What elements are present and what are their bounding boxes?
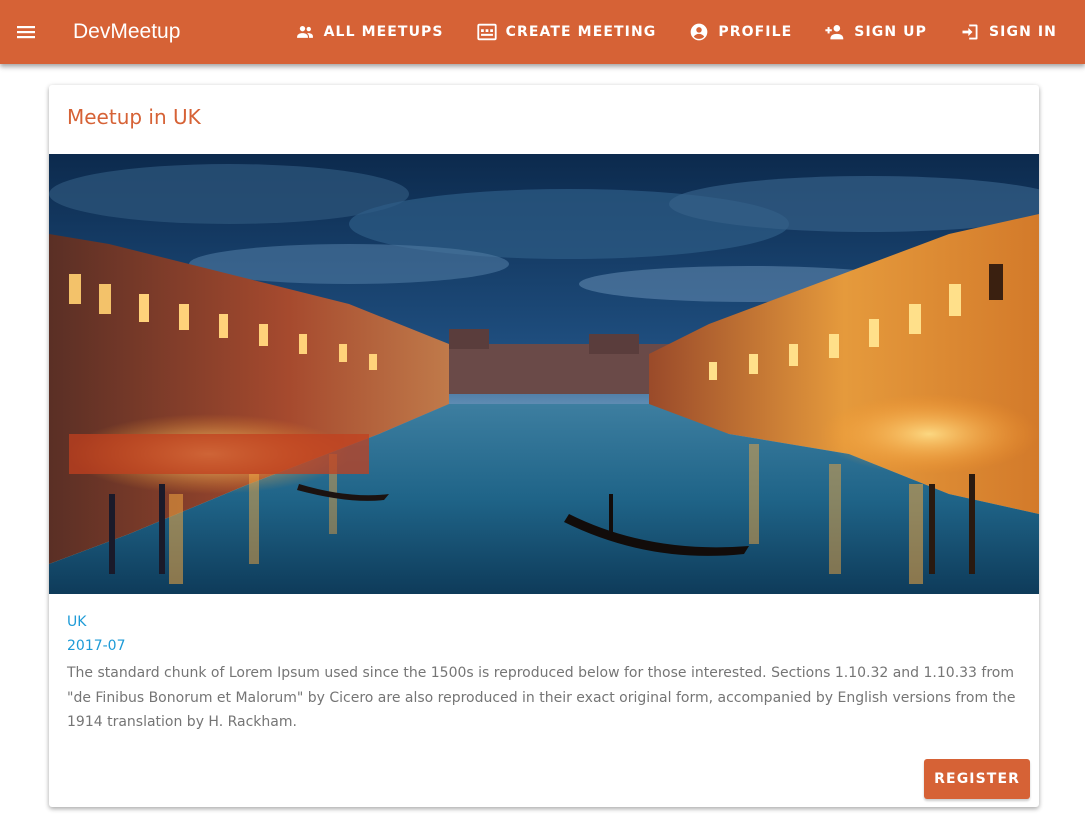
meetup-date: 2017-07 <box>67 638 126 654</box>
room-icon <box>476 21 498 43</box>
login-icon <box>959 21 981 43</box>
meetup-location: UK <box>67 614 87 630</box>
group-icon <box>294 21 316 43</box>
meetup-title: Meetup in UK <box>67 105 201 129</box>
nav-create-meeting-label: CREATE MEETING <box>505 24 657 40</box>
hamburger-menu-icon <box>17 26 35 39</box>
meetup-image <box>49 154 1039 594</box>
nav-profile[interactable]: PROFILE <box>672 14 808 50</box>
app-title[interactable]: DevMeetup <box>73 18 180 46</box>
meetup-card: Meetup in UK UK 2017-07 The standard chu… <box>49 85 1039 807</box>
register-button[interactable]: REGISTER <box>924 759 1030 799</box>
nav-profile-label: PROFILE <box>718 24 793 40</box>
account-circle-icon <box>688 21 710 43</box>
nav-bar: ALL MEETUPS CREATE MEETING PROFILE SIGN … <box>278 12 1073 52</box>
nav-sign-up[interactable]: SIGN UP <box>808 14 943 50</box>
nav-sign-in[interactable]: SIGN IN <box>943 14 1073 50</box>
nav-create-meeting[interactable]: CREATE MEETING <box>460 14 673 50</box>
nav-all-meetups-label: ALL MEETUPS <box>323 24 444 40</box>
nav-all-meetups[interactable]: ALL MEETUPS <box>278 14 460 50</box>
meetup-description: The standard chunk of Lorem Ipsum used s… <box>67 665 1016 730</box>
menu-button[interactable] <box>8 14 44 50</box>
person-add-icon <box>824 21 846 43</box>
nav-sign-up-label: SIGN UP <box>854 24 927 40</box>
nav-sign-in-label: SIGN IN <box>989 24 1057 40</box>
app-toolbar: DevMeetup ALL MEETUPS CREATE MEETING PRO… <box>0 0 1085 64</box>
